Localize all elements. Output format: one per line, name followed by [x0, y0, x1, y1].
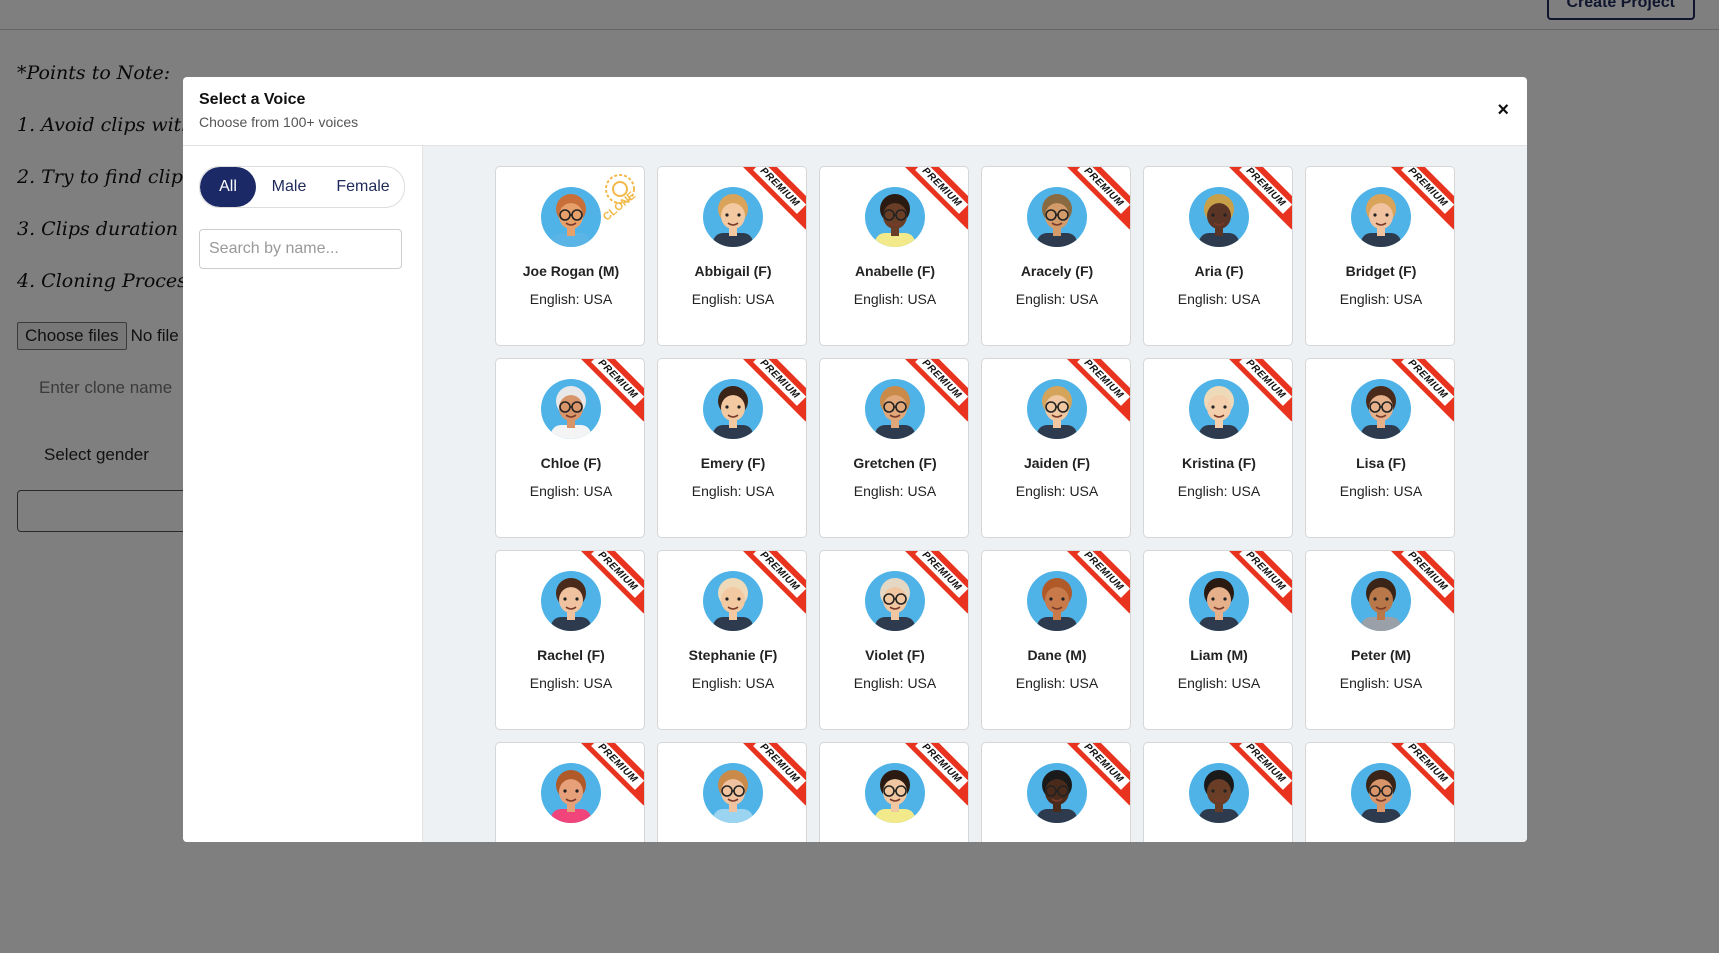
- voice-card[interactable]: PREMIUM: [657, 742, 807, 842]
- voice-card[interactable]: PREMIUM: [819, 742, 969, 842]
- tab-female[interactable]: Female: [322, 167, 404, 207]
- voice-card[interactable]: PREMIUM: [981, 742, 1131, 842]
- avatar: [703, 763, 763, 823]
- avatar: [865, 187, 925, 247]
- avatar: [1189, 571, 1249, 631]
- avatar: [1351, 187, 1411, 247]
- voice-card[interactable]: PREMIUM Kristina (F) English: USA: [1143, 358, 1293, 538]
- voice-card[interactable]: PREMIUM: [1143, 742, 1293, 842]
- voice-language: English: USA: [1015, 291, 1099, 307]
- voice-language: English: USA: [529, 675, 613, 691]
- voice-language: English: USA: [1177, 291, 1261, 307]
- voice-language: English: USA: [1177, 675, 1261, 691]
- avatar: [541, 571, 601, 631]
- select-voice-modal: Select a Voice Choose from 100+ voices ×…: [183, 77, 1527, 842]
- voice-name: Liam (M): [1190, 647, 1248, 663]
- voice-card[interactable]: PREMIUM Bridget (F) English: USA: [1305, 166, 1455, 346]
- voice-language: English: USA: [1339, 675, 1423, 691]
- voice-language: English: USA: [853, 291, 937, 307]
- tab-male[interactable]: Male: [256, 167, 322, 207]
- voice-name: Dane (M): [1027, 647, 1087, 663]
- voice-name: Bridget (F): [1345, 263, 1417, 279]
- voice-card[interactable]: PREMIUM Gretchen (F) English: USA: [819, 358, 969, 538]
- avatar: [1027, 379, 1087, 439]
- voice-language: English: USA: [853, 483, 937, 499]
- voice-name: Gretchen (F): [853, 455, 937, 471]
- avatar: [541, 763, 601, 823]
- voice-card[interactable]: PREMIUM Dane (M) English: USA: [981, 550, 1131, 730]
- svg-text:CLONE: CLONE: [601, 190, 638, 221]
- avatar: [865, 379, 925, 439]
- avatar: [1027, 571, 1087, 631]
- voice-name: Kristina (F): [1182, 455, 1256, 471]
- voice-card[interactable]: PREMIUM: [1305, 742, 1455, 842]
- tab-all[interactable]: All: [200, 167, 256, 207]
- voice-card[interactable]: CLONE Joe Rogan (M) English: USA: [495, 166, 645, 346]
- voice-name: Anabelle (F): [854, 263, 936, 279]
- avatar: [1027, 187, 1087, 247]
- voice-card[interactable]: PREMIUM Rachel (F) English: USA: [495, 550, 645, 730]
- voice-language: English: USA: [1339, 291, 1423, 307]
- voice-card[interactable]: PREMIUM Aracely (F) English: USA: [981, 166, 1131, 346]
- voice-card[interactable]: PREMIUM Peter (M) English: USA: [1305, 550, 1455, 730]
- voice-language: English: USA: [853, 675, 937, 691]
- voice-name: Stephanie (F): [688, 647, 778, 663]
- voice-language: English: USA: [691, 675, 775, 691]
- voice-name: Peter (M): [1351, 647, 1411, 663]
- voice-card[interactable]: PREMIUM Aria (F) English: USA: [1143, 166, 1293, 346]
- voice-language: English: USA: [691, 291, 775, 307]
- voice-name: Aracely (F): [1020, 263, 1094, 279]
- modal-header: Select a Voice Choose from 100+ voices ×: [183, 77, 1527, 146]
- avatar: [1351, 763, 1411, 823]
- filter-sidebar: All Male Female: [183, 146, 423, 842]
- avatar: [541, 379, 601, 439]
- voice-language: English: USA: [1015, 483, 1099, 499]
- voice-grid: CLONE Joe Rogan (M) English: USA PREMIUM A…: [495, 166, 1455, 842]
- voice-card[interactable]: PREMIUM Liam (M) English: USA: [1143, 550, 1293, 730]
- voice-card[interactable]: PREMIUM Abbigail (F) English: USA: [657, 166, 807, 346]
- modal-subtitle: Choose from 100+ voices: [199, 114, 359, 130]
- avatar: [1027, 763, 1087, 823]
- modal-title: Select a Voice: [199, 91, 306, 108]
- voice-card[interactable]: PREMIUM Lisa (F) English: USA: [1305, 358, 1455, 538]
- voice-name: Lisa (F): [1356, 455, 1406, 471]
- avatar: [865, 763, 925, 823]
- voice-name: Violet (F): [865, 647, 925, 663]
- voice-name: Rachel (F): [537, 647, 605, 663]
- voice-card[interactable]: PREMIUM Anabelle (F) English: USA: [819, 166, 969, 346]
- clone-stamp-icon: CLONE: [590, 169, 642, 224]
- avatar: [865, 571, 925, 631]
- search-input[interactable]: [199, 229, 402, 269]
- voice-card[interactable]: PREMIUM: [495, 742, 645, 842]
- avatar: [703, 571, 763, 631]
- avatar: [703, 379, 763, 439]
- voice-name: Abbigail (F): [694, 263, 772, 279]
- voice-language: English: USA: [1339, 483, 1423, 499]
- voice-language: English: USA: [529, 483, 613, 499]
- voice-name: Jaiden (F): [1023, 455, 1091, 471]
- avatar: [703, 187, 763, 247]
- voice-card[interactable]: PREMIUM Stephanie (F) English: USA: [657, 550, 807, 730]
- voice-card[interactable]: PREMIUM Emery (F) English: USA: [657, 358, 807, 538]
- voice-name: Joe Rogan (M): [522, 263, 620, 279]
- voice-card[interactable]: PREMIUM Jaiden (F) English: USA: [981, 358, 1131, 538]
- gender-filter-tabs: All Male Female: [199, 166, 405, 208]
- voice-language: English: USA: [1177, 483, 1261, 499]
- voice-language: English: USA: [691, 483, 775, 499]
- avatar: [1351, 571, 1411, 631]
- voice-card[interactable]: PREMIUM Chloe (F) English: USA: [495, 358, 645, 538]
- close-icon[interactable]: ×: [1497, 99, 1509, 122]
- voice-name: Emery (F): [700, 455, 766, 471]
- avatar: [1351, 379, 1411, 439]
- voice-name: Aria (F): [1194, 263, 1244, 279]
- avatar: [1189, 187, 1249, 247]
- voice-card[interactable]: PREMIUM Violet (F) English: USA: [819, 550, 969, 730]
- voice-name: Chloe (F): [540, 455, 602, 471]
- avatar: [1189, 763, 1249, 823]
- voice-language: English: USA: [1015, 675, 1099, 691]
- avatar: [1189, 379, 1249, 439]
- voice-language: English: USA: [529, 291, 613, 307]
- voice-grid-area[interactable]: CLONE Joe Rogan (M) English: USA PREMIUM A…: [423, 146, 1527, 842]
